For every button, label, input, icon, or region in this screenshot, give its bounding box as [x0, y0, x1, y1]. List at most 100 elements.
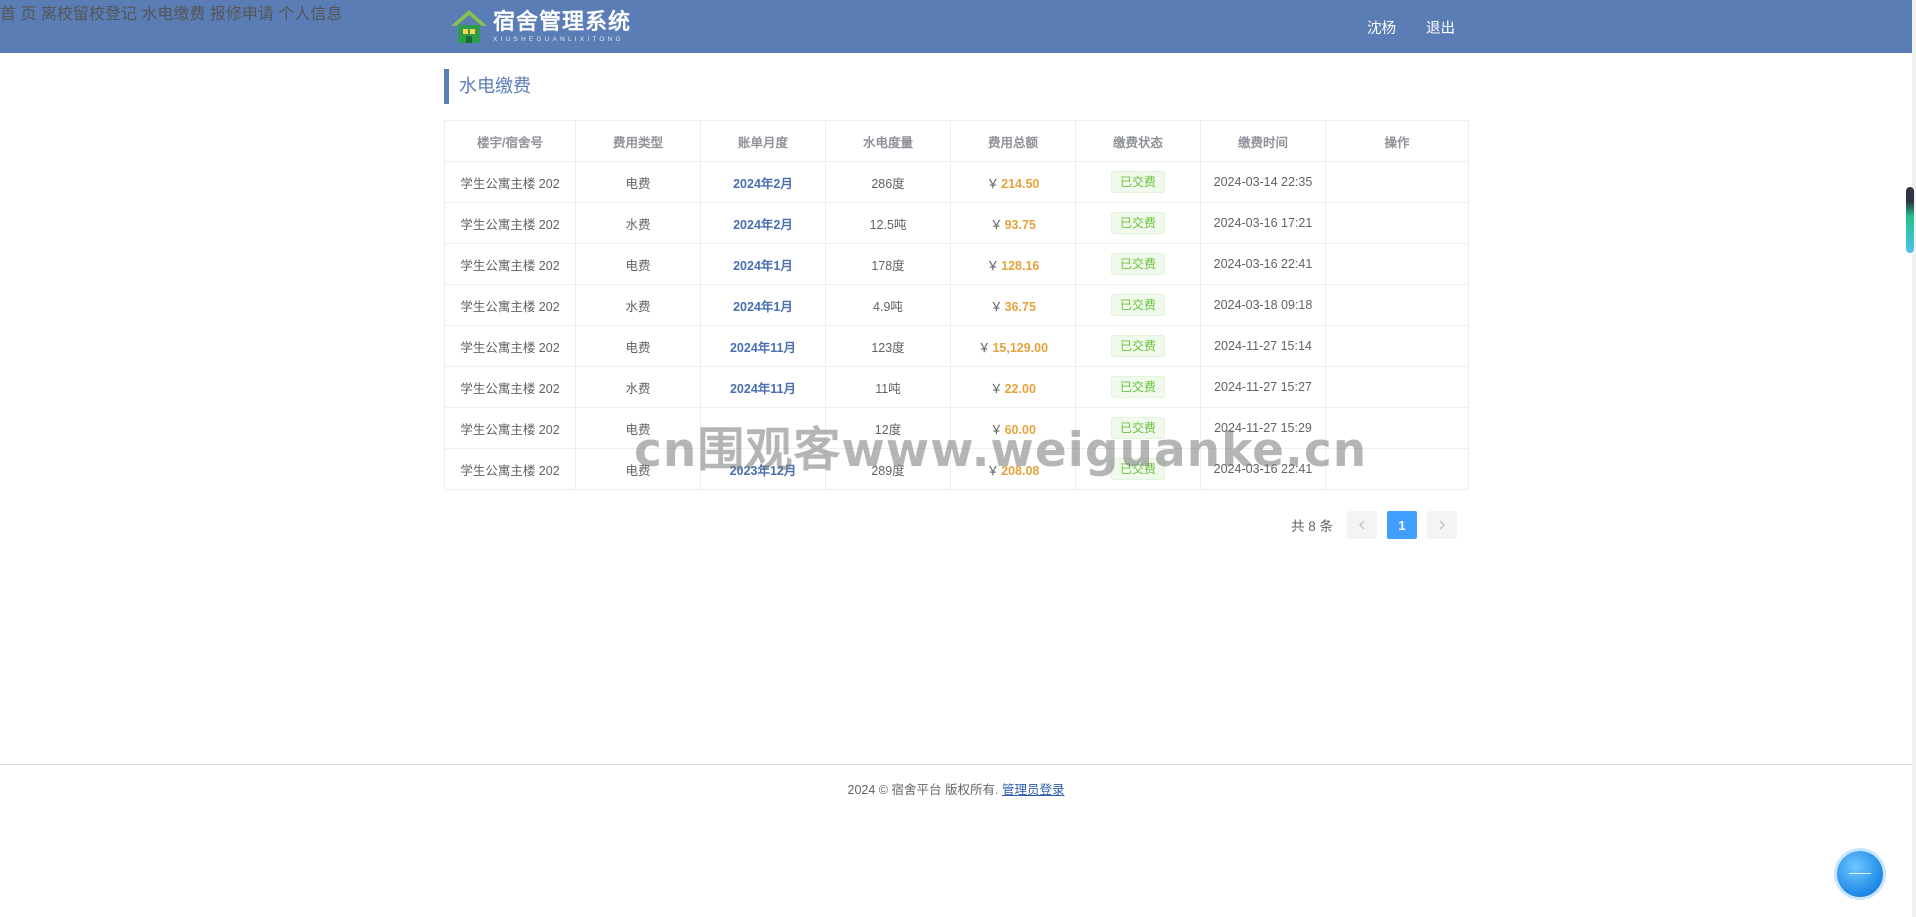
table-row: 学生公寓主楼 202 电费 12度 ￥ 60.00 已交费 2024-11-27 …: [444, 407, 1469, 449]
amount-value: 93.75: [1004, 217, 1036, 232]
usage-cell: 178度: [825, 243, 951, 285]
table-row: 学生公寓主楼 202 水费 2024年11月 11吨 ￥ 22.00 已交费 20…: [444, 366, 1469, 408]
next-page-button[interactable]: [1427, 511, 1458, 539]
scrollbar-track[interactable]: [1912, 0, 1916, 917]
fee-type-cell: 电费: [575, 448, 701, 490]
dorm-cell: 学生公寓主楼 202: [444, 407, 576, 449]
paid-time-cell: 2024-03-16 22:41: [1200, 243, 1326, 285]
paid-time-cell: 2024-11-27 15:14: [1200, 325, 1326, 367]
floating-assistant-button[interactable]: [1837, 851, 1883, 897]
currency-symbol: ￥: [986, 176, 1000, 191]
status-cell: 已交费: [1075, 161, 1201, 203]
dorm-cell: 学生公寓主楼 202: [444, 448, 576, 490]
brand-logo[interactable]: 宿舍管理系统 XIUSHEGUANLIXITONG: [449, 6, 631, 46]
nav-home[interactable]: 首 页: [0, 6, 36, 23]
column-header: 楼宇/宿舍号: [444, 120, 576, 162]
section-title: 水电缴费: [444, 69, 531, 104]
table-row: 学生公寓主楼 202 电费 2024年2月 286度 ￥ 214.50 已交费 2…: [444, 161, 1469, 203]
amount-cell: ￥ 22.00: [950, 366, 1076, 408]
column-header: 水电度量: [825, 120, 951, 162]
amount-value: 208.08: [1001, 463, 1040, 478]
username-link[interactable]: 沈杨: [1367, 17, 1396, 38]
bill-month-cell: 2024年2月: [700, 161, 826, 203]
logout-link[interactable]: 退出: [1426, 17, 1455, 38]
usage-cell: 4.9吨: [825, 284, 951, 326]
nav-profile[interactable]: 个人信息: [278, 6, 342, 23]
nav-utility-payment[interactable]: 水电缴费: [141, 6, 205, 23]
amount-value: 214.50: [1001, 176, 1040, 191]
action-cell: [1325, 448, 1469, 490]
bill-month-cell: 2024年11月: [700, 366, 826, 408]
usage-cell: 12.5吨: [825, 202, 951, 244]
status-cell: 已交费: [1075, 448, 1201, 490]
bill-month-cell: [700, 407, 826, 449]
dorm-cell: 学生公寓主楼 202: [444, 243, 576, 285]
status-badge: 已交费: [1110, 171, 1165, 193]
amount-value: 15,129.00: [992, 340, 1049, 355]
brand-title: 宿舍管理系统: [493, 8, 632, 35]
section-title-text: 水电缴费: [459, 76, 531, 96]
status-badge: 已交费: [1110, 376, 1165, 398]
bill-month-cell: 2024年11月: [700, 325, 826, 367]
paid-time-cell: 2024-03-16 17:21: [1200, 202, 1326, 244]
dorm-cell: 学生公寓主楼 202: [444, 325, 576, 367]
chevron-right-icon: [1439, 520, 1446, 530]
status-badge: 已交费: [1110, 417, 1165, 439]
scrollbar-thumb[interactable]: [1906, 187, 1914, 253]
fee-type-cell: 电费: [575, 161, 701, 203]
paid-time-cell: 2024-03-14 22:35: [1200, 161, 1326, 203]
usage-cell: 123度: [825, 325, 951, 367]
table-header-row: 楼宇/宿舍号 费用类型 账单月度 水电度量 费用总额 缴费状态 缴费时间 操作: [444, 120, 1469, 162]
dorm-cell: 学生公寓主楼 202: [444, 161, 576, 203]
prev-page-button[interactable]: [1347, 511, 1378, 539]
bill-month-cell: 2023年12月: [700, 448, 826, 490]
paid-time-cell: 2024-11-27 15:29: [1200, 407, 1326, 449]
column-header: 缴费状态: [1075, 120, 1201, 162]
footer: 2024 © 宿舍平台 版权所有. 管理员登录: [0, 779, 1912, 798]
amount-value: 36.75: [1004, 299, 1036, 314]
nav-leave-registration[interactable]: 离校留校登记: [41, 6, 137, 23]
column-header: 费用总额: [950, 120, 1076, 162]
status-cell: 已交费: [1075, 325, 1201, 367]
amount-cell: ￥ 214.50: [950, 161, 1076, 203]
status-badge: 已交费: [1110, 458, 1165, 480]
amount-cell: ￥ 93.75: [950, 202, 1076, 244]
status-cell: 已交费: [1075, 407, 1201, 449]
action-cell: [1325, 325, 1469, 367]
fee-type-cell: 水费: [575, 366, 701, 408]
status-badge: 已交费: [1110, 212, 1165, 234]
paid-time-cell: 2024-03-16 22:41: [1200, 448, 1326, 490]
table-row: 学生公寓主楼 202 水费 2024年1月 4.9吨 ￥ 36.75 已交费 20…: [444, 284, 1469, 326]
footer-divider: [0, 764, 1912, 765]
admin-login-link[interactable]: 管理员登录: [1002, 783, 1065, 797]
dorm-cell: 学生公寓主楼 202: [444, 284, 576, 326]
usage-cell: 11吨: [825, 366, 951, 408]
fee-type-cell: 水费: [575, 202, 701, 244]
fee-type-cell: 水费: [575, 284, 701, 326]
column-header: 费用类型: [575, 120, 701, 162]
status-cell: 已交费: [1075, 284, 1201, 326]
column-header: 缴费时间: [1200, 120, 1326, 162]
fee-type-cell: 电费: [575, 243, 701, 285]
action-cell: [1325, 243, 1469, 285]
amount-cell: ￥ 60.00: [950, 407, 1076, 449]
top-navbar: 宿舍管理系统 XIUSHEGUANLIXITONG 首 页 离校留校登记 水电缴…: [0, 0, 1912, 53]
currency-symbol: ￥: [990, 299, 1003, 314]
page-number-button[interactable]: 1: [1387, 511, 1418, 539]
billing-table: 楼宇/宿舍号 费用类型 账单月度 水电度量 费用总额 缴费状态 缴费时间 操作 …: [444, 120, 1469, 490]
action-cell: [1325, 366, 1469, 408]
action-cell: [1325, 284, 1469, 326]
table-row: 学生公寓主楼 202 电费 2024年11月 123度 ￥ 15,129.00 已…: [444, 325, 1469, 367]
fee-type-cell: 电费: [575, 325, 701, 367]
currency-symbol: ￥: [990, 217, 1003, 232]
action-cell: [1325, 161, 1469, 203]
status-cell: 已交费: [1075, 366, 1201, 408]
column-header: 账单月度: [700, 120, 826, 162]
amount-cell: ￥ 128.16: [950, 243, 1076, 285]
bill-month-cell: 2024年2月: [700, 202, 826, 244]
pagination-total: 共 8 条: [1291, 519, 1334, 534]
nav-repair-request[interactable]: 报修申请: [210, 6, 274, 23]
dorm-cell: 学生公寓主楼 202: [444, 366, 576, 408]
table-row: 学生公寓主楼 202 水费 2024年2月 12.5吨 ￥ 93.75 已交费 2…: [444, 202, 1469, 244]
status-badge: 已交费: [1110, 294, 1165, 316]
